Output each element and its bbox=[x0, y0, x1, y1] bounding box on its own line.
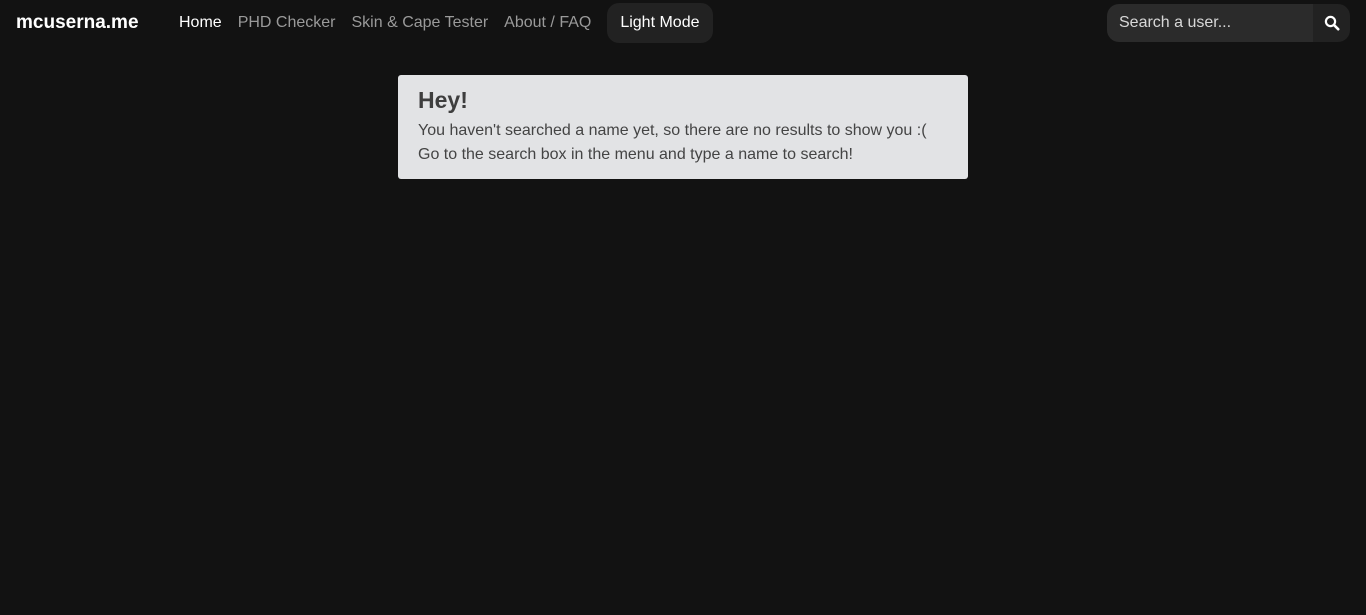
search-button[interactable] bbox=[1313, 4, 1350, 42]
nav-link-about-faq[interactable]: About / FAQ bbox=[496, 1, 599, 45]
alert-message-line-1: You haven't searched a name yet, so ther… bbox=[418, 122, 927, 139]
navbar: mcuserna.me Home PHD Checker Skin & Cape… bbox=[0, 0, 1366, 46]
nav-link-home[interactable]: Home bbox=[171, 1, 230, 45]
no-results-alert: Hey! You haven't searched a name yet, so… bbox=[398, 75, 968, 179]
alert-message-line-2: Go to the search box in the menu and typ… bbox=[418, 146, 853, 163]
light-mode-button[interactable]: Light Mode bbox=[607, 3, 713, 43]
search-icon bbox=[1324, 15, 1339, 31]
nav-link-phd-checker[interactable]: PHD Checker bbox=[230, 1, 344, 45]
search-input[interactable] bbox=[1107, 4, 1313, 42]
user-search-form bbox=[1107, 4, 1350, 42]
alert-title: Hey! bbox=[418, 87, 468, 113]
nav-links: Home PHD Checker Skin & Cape Tester Abou… bbox=[171, 0, 713, 46]
nav-link-skin-cape-tester[interactable]: Skin & Cape Tester bbox=[344, 1, 497, 45]
brand-logo-link[interactable]: mcuserna.me bbox=[16, 11, 139, 35]
